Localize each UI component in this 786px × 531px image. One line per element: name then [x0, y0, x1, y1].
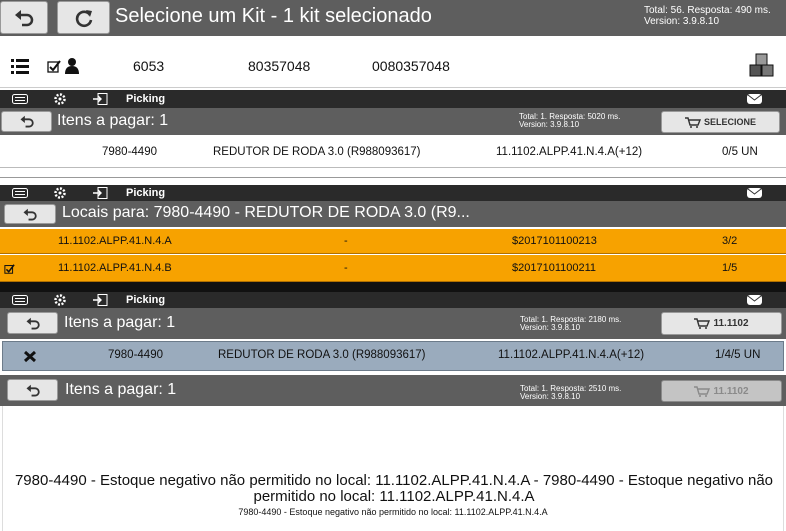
screen-edge: [0, 282, 786, 292]
back-arrow-icon: [15, 9, 34, 26]
location-dash: -: [344, 235, 348, 247]
menu-icon: [12, 94, 28, 104]
item-description: REDUTOR DE RODA 3.0 (R988093617): [213, 146, 421, 158]
location-quantity: 1/5: [722, 262, 738, 274]
back-button[interactable]: [7, 312, 58, 334]
back-button[interactable]: [4, 204, 56, 224]
version-info: Version: 3.9.8.10: [519, 120, 580, 129]
response-info: Total: 56. Resposta: 490 ms.: [644, 5, 771, 16]
location-button[interactable]: 11.1102: [661, 312, 782, 335]
exit-button[interactable]: [80, 93, 120, 105]
back-button[interactable]: [0, 1, 48, 34]
kit-header: Selecione um Kit - 1 kit selecionado Tot…: [0, 0, 786, 36]
item-code: 7980-4490: [102, 146, 157, 158]
kit-code: 80357048: [248, 58, 311, 74]
divider: [0, 177, 786, 178]
exit-button[interactable]: [80, 294, 120, 306]
refresh-button[interactable]: [57, 1, 110, 34]
items-title: Itens a pagar: 1: [57, 112, 169, 129]
kit-full-code: 0080357048: [372, 58, 450, 74]
location-code: 11.1102.ALPP.41.N.4.B: [58, 262, 172, 274]
kit-row[interactable]: 6053 80357048 0080357048: [0, 36, 786, 88]
list-icon[interactable]: [11, 58, 29, 74]
location-dash: -: [344, 262, 348, 274]
items-title: Itens a pagar: 1: [64, 314, 176, 331]
item-quantity: 1/4/5 UN: [715, 349, 761, 361]
nav-bar: Picking: [0, 90, 786, 108]
item-quantity: 0/5 UN: [722, 146, 758, 158]
mail-icon[interactable]: [746, 187, 768, 199]
error-message: 7980-4490 - Estoque negativo não permiti…: [14, 472, 774, 505]
mail-icon[interactable]: [746, 294, 768, 306]
items-header: Itens a pagar: 1 Total: 1. Resposta: 218…: [0, 308, 786, 339]
close-icon[interactable]: [23, 350, 37, 363]
exit-icon: [93, 187, 108, 199]
location-code: 11.1102.ALPP.41.N.4.A: [58, 235, 172, 247]
nav-label: Picking: [126, 187, 166, 199]
mail-icon[interactable]: [746, 93, 768, 105]
back-arrow-icon: [23, 208, 37, 220]
location-row[interactable]: 11.1102.ALPP.41.N.4.B - $2017101100211 1…: [0, 255, 786, 282]
menu-icon: [12, 188, 28, 198]
menu-button[interactable]: [0, 188, 40, 198]
items-header: Itens a pagar: 1 Total: 1. Resposta: 502…: [0, 108, 786, 135]
boxes-icon[interactable]: [748, 52, 776, 80]
menu-button[interactable]: [0, 94, 40, 104]
menu-icon: [12, 295, 28, 305]
kit-id: 6053: [133, 58, 165, 74]
version-info: Version: 3.9.8.10: [644, 16, 720, 27]
back-arrow-icon: [20, 115, 34, 128]
version-info: Version: 3.9.8.10: [520, 323, 581, 332]
items-header: Itens a pagar: 1 Total: 1. Resposta: 251…: [0, 375, 786, 406]
back-arrow-icon: [26, 317, 40, 329]
menu-button[interactable]: [0, 295, 40, 305]
error-panel: 7980-4490 - Estoque negativo não permiti…: [2, 406, 784, 531]
item-location: 11.1102.ALPP.41.N.4.A(+12): [498, 349, 645, 361]
nav-label: Picking: [126, 93, 166, 105]
item-location: 11.1102.ALPP.41.N.4.A(+12): [496, 146, 643, 158]
settings-button[interactable]: [40, 293, 80, 307]
location-button-disabled[interactable]: 11.1102: [661, 380, 782, 402]
error-message-small: 7980-4490 - Estoque negativo não permiti…: [238, 507, 548, 517]
nav-bar: Picking: [0, 185, 786, 201]
location-serial: $2017101100211: [512, 262, 597, 274]
locations-header: Locais para: 7980-4490 - REDUTOR DE RODA…: [0, 201, 786, 227]
locations-title: Locais para: 7980-4490 - REDUTOR DE RODA…: [62, 204, 470, 221]
nav-bar: Picking: [0, 292, 786, 308]
page-title: Selecione um Kit - 1 kit selecionado: [115, 5, 432, 27]
select-button[interactable]: SELECIONE: [661, 111, 780, 133]
version-info: Version: 3.9.8.10: [520, 392, 581, 401]
exit-icon: [93, 93, 108, 105]
settings-button[interactable]: [40, 92, 80, 106]
gear-icon: [54, 187, 66, 199]
cart-icon: [694, 385, 711, 397]
settings-button[interactable]: [40, 186, 80, 200]
cart-icon: [694, 318, 711, 329]
item-row-selected[interactable]: 7980-4490 REDUTOR DE RODA 3.0 (R98809361…: [2, 341, 784, 371]
exit-icon: [93, 294, 108, 306]
back-button[interactable]: [7, 379, 58, 401]
item-description: REDUTOR DE RODA 3.0 (R988093617): [218, 349, 426, 361]
gear-icon: [54, 93, 66, 105]
gear-icon: [54, 294, 66, 306]
back-button[interactable]: [1, 111, 52, 132]
nav-label: Picking: [126, 294, 166, 306]
exit-button[interactable]: [80, 187, 120, 199]
location-row[interactable]: 11.1102.ALPP.41.N.4.A - $2017101100213 3…: [0, 229, 786, 254]
item-code: 7980-4490: [108, 349, 163, 361]
item-row[interactable]: 7980-4490 REDUTOR DE RODA 3.0 (R98809361…: [0, 136, 786, 168]
back-arrow-icon: [26, 384, 40, 396]
location-serial: $2017101100213: [512, 235, 597, 247]
checkbox-icon[interactable]: [47, 60, 61, 73]
user-icon: [65, 58, 79, 74]
refresh-icon: [75, 9, 92, 27]
cart-icon: [684, 116, 701, 128]
location-quantity: 3/2: [722, 235, 738, 247]
checkbox-icon[interactable]: [4, 264, 15, 274]
items-title: Itens a pagar: 1: [65, 381, 177, 398]
